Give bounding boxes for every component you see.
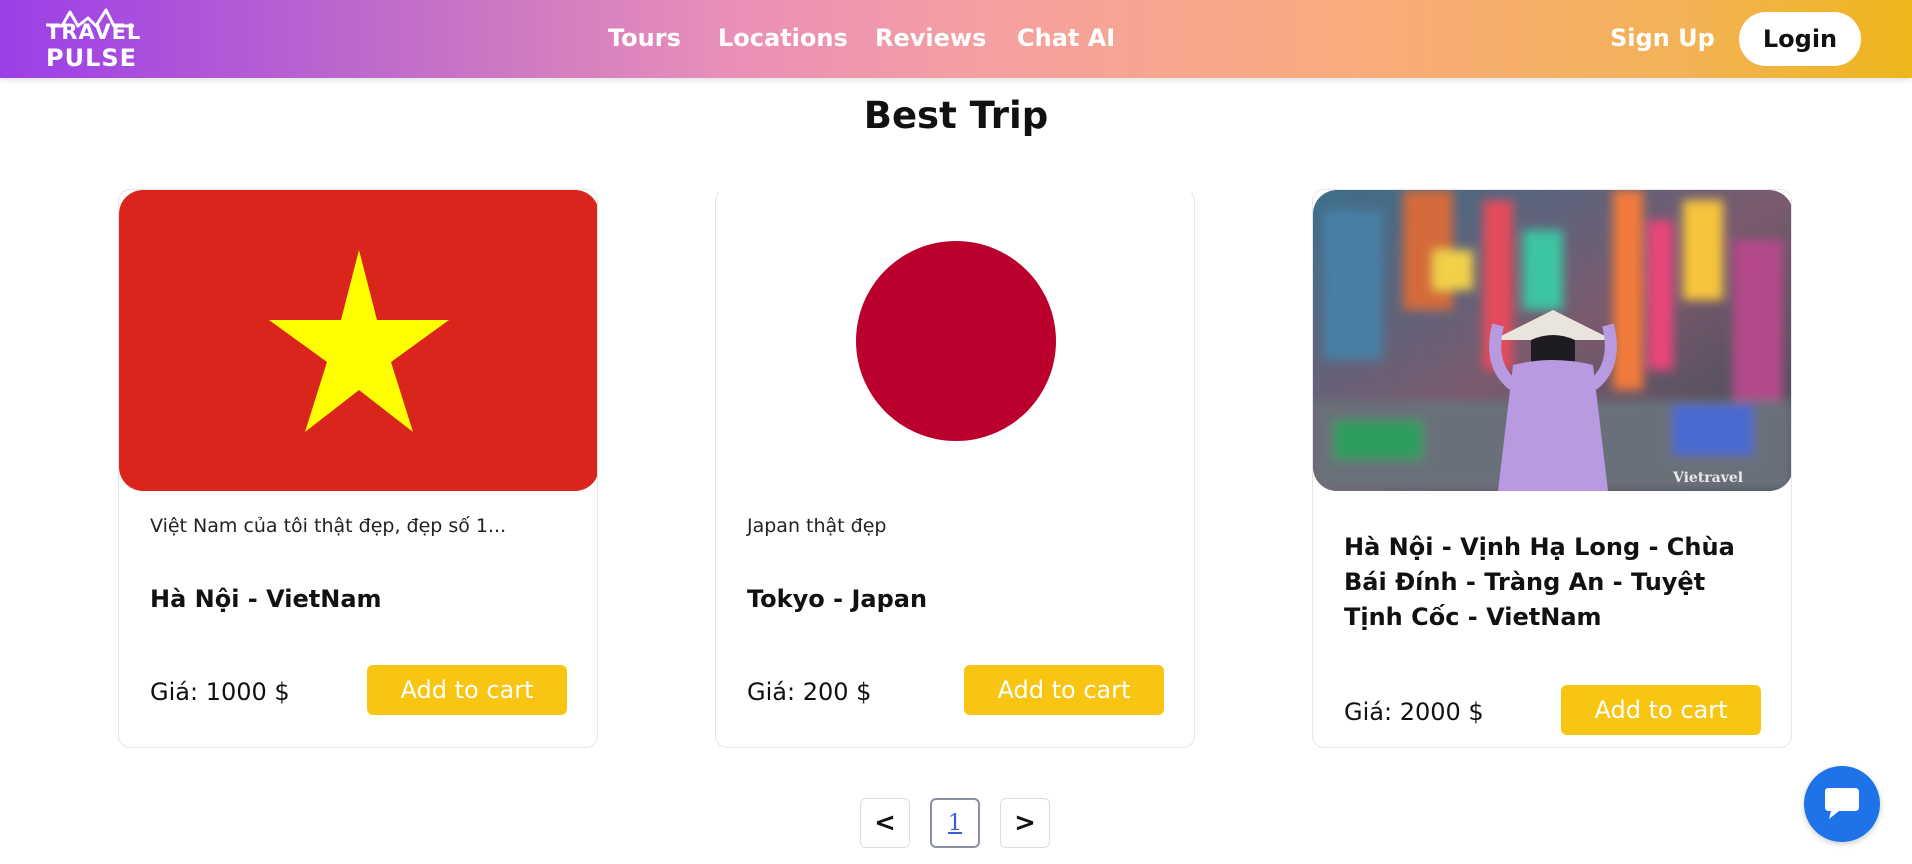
- nav-link-chat-ai[interactable]: Chat AI: [1017, 24, 1115, 52]
- trip-price: Giá: 2000 $: [1344, 698, 1484, 726]
- signup-link[interactable]: Sign Up: [1610, 24, 1715, 52]
- trip-card-hanoi-tour[interactable]: Vietravel Hà Nội - Vịnh Hạ Long - Chùa B…: [1312, 189, 1792, 748]
- vietnam-flag-image: [119, 190, 597, 491]
- trip-card-japan[interactable]: Japan thật đẹp Tokyo - Japan Giá: 200 $ …: [715, 189, 1195, 748]
- city-street-photo-art: Vietravel: [1313, 190, 1791, 491]
- trip-name[interactable]: Hà Nội - VietNam: [150, 585, 382, 613]
- pagination-next-button[interactable]: >: [1000, 798, 1050, 848]
- trip-description: Việt Nam của tôi thật đẹp, đẹp số 1...: [150, 515, 507, 537]
- trip-price: Giá: 200 $: [747, 678, 872, 706]
- vietnam-flag-icon: [119, 190, 597, 491]
- nav-link-tours[interactable]: Tours: [608, 24, 681, 52]
- pagination-prev-button[interactable]: <: [860, 798, 910, 848]
- top-navbar: TRAVEL PULSE Tours Locations Reviews Cha…: [0, 0, 1912, 78]
- trip-price: Giá: 1000 $: [150, 678, 290, 706]
- section-title: Best Trip: [863, 94, 1049, 137]
- trip-name[interactable]: Tokyo - Japan: [747, 585, 927, 613]
- nav-links: Tours Locations Reviews Chat AI Sign Up: [0, 0, 1912, 78]
- nav-link-reviews[interactable]: Reviews: [875, 24, 986, 52]
- login-button[interactable]: Login: [1739, 12, 1861, 66]
- pagination-page-1[interactable]: 1: [930, 798, 980, 848]
- nav-link-locations[interactable]: Locations: [718, 24, 848, 52]
- add-to-cart-button[interactable]: Add to cart: [1561, 685, 1761, 735]
- chat-bubble-icon: [1825, 788, 1859, 819]
- add-to-cart-button[interactable]: Add to cart: [367, 665, 567, 715]
- trip-description: Japan thật đẹp: [747, 515, 887, 537]
- trip-card-vietnam[interactable]: Việt Nam của tôi thật đẹp, đẹp số 1... H…: [118, 189, 598, 748]
- vietravel-watermark: Vietravel: [1672, 470, 1743, 486]
- city-street-photo: Vietravel: [1313, 190, 1791, 491]
- trip-name[interactable]: Hà Nội - Vịnh Hạ Long - Chùa Bái Đính - …: [1344, 530, 1764, 635]
- japan-flag-image: [716, 190, 1194, 491]
- chat-fab-button[interactable]: [1804, 766, 1880, 842]
- japan-flag-icon: [716, 190, 1194, 491]
- add-to-cart-button[interactable]: Add to cart: [964, 665, 1164, 715]
